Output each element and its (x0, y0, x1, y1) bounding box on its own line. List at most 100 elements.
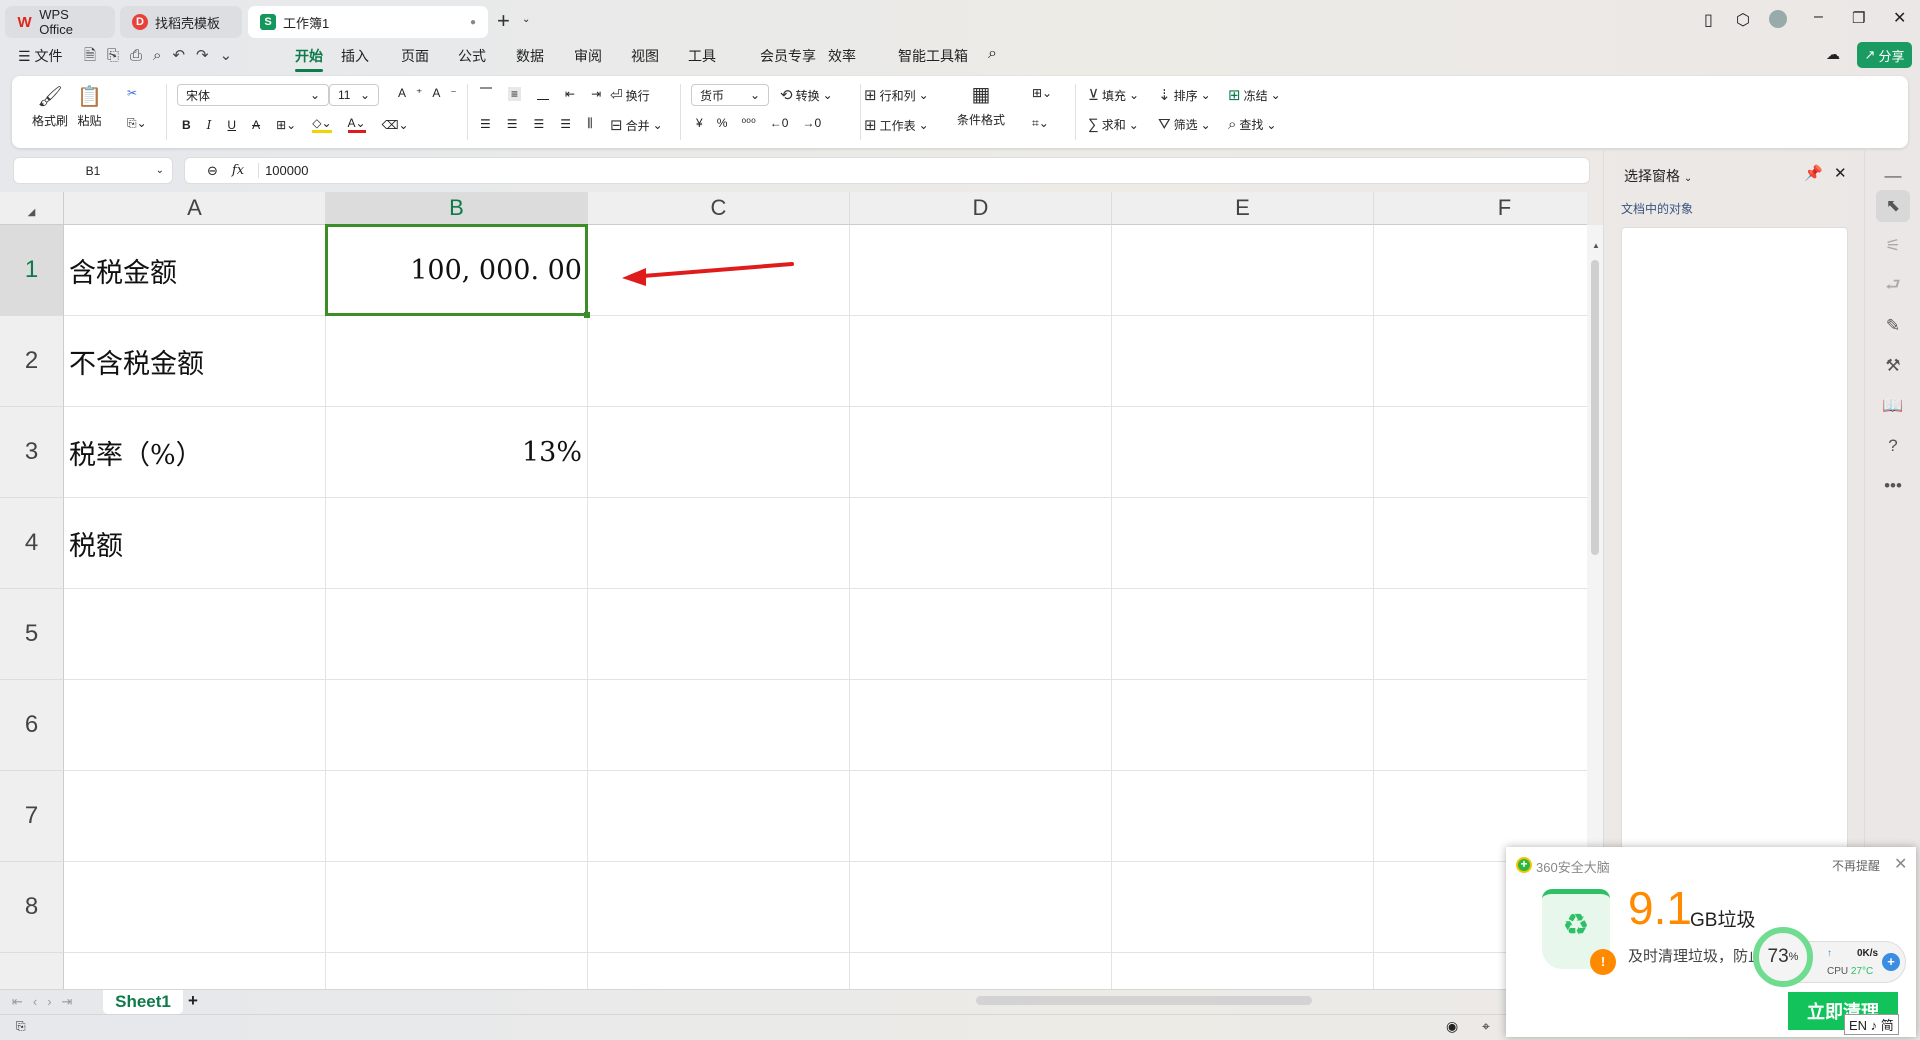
cell[interactable] (1112, 589, 1374, 680)
cell[interactable] (326, 498, 588, 589)
percent-button[interactable]: % (717, 116, 728, 130)
number-format-select[interactable]: 货币 ⌄ (691, 84, 769, 106)
cloud-icon[interactable]: ☁ (1826, 46, 1840, 63)
cut-icon[interactable]: ✂ (127, 86, 137, 100)
cell[interactable] (588, 407, 850, 498)
fill-button[interactable]: ⊻ 填充 ⌄ (1088, 86, 1139, 104)
cell[interactable] (64, 589, 326, 680)
fx-icon[interactable]: fx (232, 163, 244, 178)
align-middle-icon[interactable]: ≡ (508, 86, 522, 101)
cell[interactable] (64, 680, 326, 771)
cell[interactable] (1112, 498, 1374, 589)
style-icon[interactable]: ✎ (1876, 310, 1910, 342)
underline-button[interactable]: U (227, 118, 236, 132)
cell[interactable] (850, 316, 1112, 407)
find-button[interactable]: ⌕ 查找 ⌄ (1228, 116, 1276, 133)
tab-docer[interactable]: D 找稻壳模板 (120, 6, 242, 38)
cell[interactable] (1374, 498, 1587, 589)
row-header[interactable]: 1 (0, 225, 64, 316)
eraser-icon[interactable]: ⌫⌄ (382, 118, 409, 132)
copy-icon[interactable]: ⎘⌄ (127, 116, 147, 131)
bold-button[interactable]: B (182, 118, 191, 132)
search-icon[interactable]: ⌕ (988, 45, 997, 63)
cell[interactable] (64, 862, 326, 953)
formula-bar[interactable]: ⊖ fx 100000 (184, 157, 1590, 184)
font-grow-shrink[interactable]: A⁺A⁻ (398, 86, 467, 100)
cell[interactable] (1112, 862, 1374, 953)
row-header[interactable]: 3 (0, 407, 64, 498)
merge-button[interactable]: ⊟ 合并 ⌄ (610, 116, 663, 134)
cell[interactable] (1112, 771, 1374, 862)
column-header[interactable]: F (1374, 192, 1587, 225)
cell[interactable] (1374, 407, 1587, 498)
close-pane-icon[interactable]: ✕ (1834, 164, 1847, 182)
add-sheet-button[interactable]: + (188, 991, 198, 1011)
align-right-icon[interactable]: ☰ (534, 117, 545, 131)
conditional-format-button[interactable]: ▦ 条件格式 (957, 82, 1005, 128)
row-header[interactable]: 6 (0, 680, 64, 771)
avatar[interactable] (1769, 10, 1787, 28)
cell[interactable] (1112, 680, 1374, 771)
filter-button[interactable]: ⛛ 筛选 ⌄ (1158, 116, 1211, 133)
align-left-icon[interactable]: ☰ (480, 117, 491, 131)
column-header[interactable]: C (588, 192, 850, 225)
convert-button[interactable]: ⟲ 转换 ⌄ (780, 86, 833, 104)
freeze-button[interactable]: ⊞ 冻结 ⌄ (1228, 86, 1281, 104)
sum-button[interactable]: ∑ 求和 ⌄ (1088, 116, 1139, 133)
menu-tab[interactable]: 公式 (458, 46, 486, 66)
cell[interactable]: 13% (326, 407, 588, 498)
ime-indicator[interactable]: EN ♪ 简 (1844, 1014, 1899, 1035)
indent-increase-icon[interactable]: ⇥ (591, 87, 601, 101)
cell[interactable] (850, 771, 1112, 862)
align-vertical-buttons[interactable]: ⎺ ≡ ⎽ ⇤ ⇥ (480, 86, 601, 101)
quick-access-toolbar[interactable]: 🗎⎘⎙⌕↶↷⌄ (84, 45, 243, 70)
fill-color-icon[interactable]: ◇⌄ (312, 116, 332, 133)
justify-icon[interactable]: ☰ (560, 117, 571, 131)
cell[interactable]: 含税金额 (64, 225, 326, 316)
font-size-select[interactable]: 11 ⌄ (329, 84, 379, 106)
eye-icon[interactable]: ◉ (1446, 1018, 1458, 1035)
restore-icon[interactable]: ❐ (1852, 9, 1865, 27)
macro-icon[interactable]: ⎘ (16, 1019, 26, 1034)
formula-input[interactable]: 100000 (258, 163, 308, 178)
menu-tab[interactable]: 智能工具箱 (898, 46, 968, 66)
column-header[interactable]: D (850, 192, 1112, 225)
align-bottom-icon[interactable]: ⎽ (537, 86, 549, 101)
cell[interactable] (1112, 953, 1374, 989)
font-name-select[interactable]: 宋体 ⌄ (177, 84, 329, 106)
chevron-down-icon[interactable]: ⌄ (522, 14, 530, 25)
book-search-icon[interactable]: 📖 (1876, 390, 1910, 422)
cell[interactable] (850, 680, 1112, 771)
align-horizontal-buttons[interactable]: ☰ ☰ ☰ ☰ ⫼ (480, 116, 593, 131)
file-menu[interactable]: ☰ 文件 (18, 46, 62, 66)
cell[interactable] (588, 771, 850, 862)
cell[interactable] (850, 407, 1112, 498)
fill-handle[interactable] (584, 312, 590, 318)
align-top-icon[interactable]: ⎺ (480, 86, 492, 101)
menu-tab[interactable]: 会员专享 (760, 46, 816, 66)
decimal-increase-icon[interactable]: ←0 (770, 116, 789, 130)
transform-icon[interactable]: ⮐ (1876, 270, 1910, 302)
objects-list[interactable] (1621, 227, 1848, 850)
column-header[interactable]: B (326, 192, 588, 225)
cell[interactable] (850, 589, 1112, 680)
menu-tab[interactable]: 页面 (401, 46, 429, 66)
row-header[interactable] (0, 953, 64, 989)
tab-wps-office[interactable]: W WPS Office (5, 6, 115, 38)
cube-icon[interactable]: ⬡ (1736, 10, 1750, 30)
cell[interactable] (326, 953, 588, 989)
name-box[interactable]: B1 ⌄ (13, 157, 173, 184)
row-header[interactable]: 8 (0, 862, 64, 953)
worksheet-button[interactable]: ⊞ 工作表 ⌄ (864, 116, 929, 134)
collapse-icon[interactable]: — (1876, 160, 1910, 192)
close-icon[interactable]: ✕ (1893, 8, 1906, 28)
scroll-up-icon[interactable]: ▲ (1592, 241, 1600, 250)
pane-title[interactable]: 选择窗格 ⌄ (1624, 166, 1692, 186)
cell-size-icon[interactable]: ⌗⌄ (1032, 116, 1049, 131)
spreadsheet-grid[interactable]: ◢ A B C D E F 1 含税金额 100, 000. 00 2 不含税金额 3 税率（%） 13%… (0, 192, 1587, 989)
cell[interactable] (1112, 225, 1374, 316)
column-header[interactable]: A (64, 192, 326, 225)
sort-button[interactable]: ⇣ 排序 ⌄ (1158, 86, 1211, 104)
thousands-icon[interactable]: ⁰⁰⁰ (741, 116, 755, 130)
cell[interactable] (588, 498, 850, 589)
